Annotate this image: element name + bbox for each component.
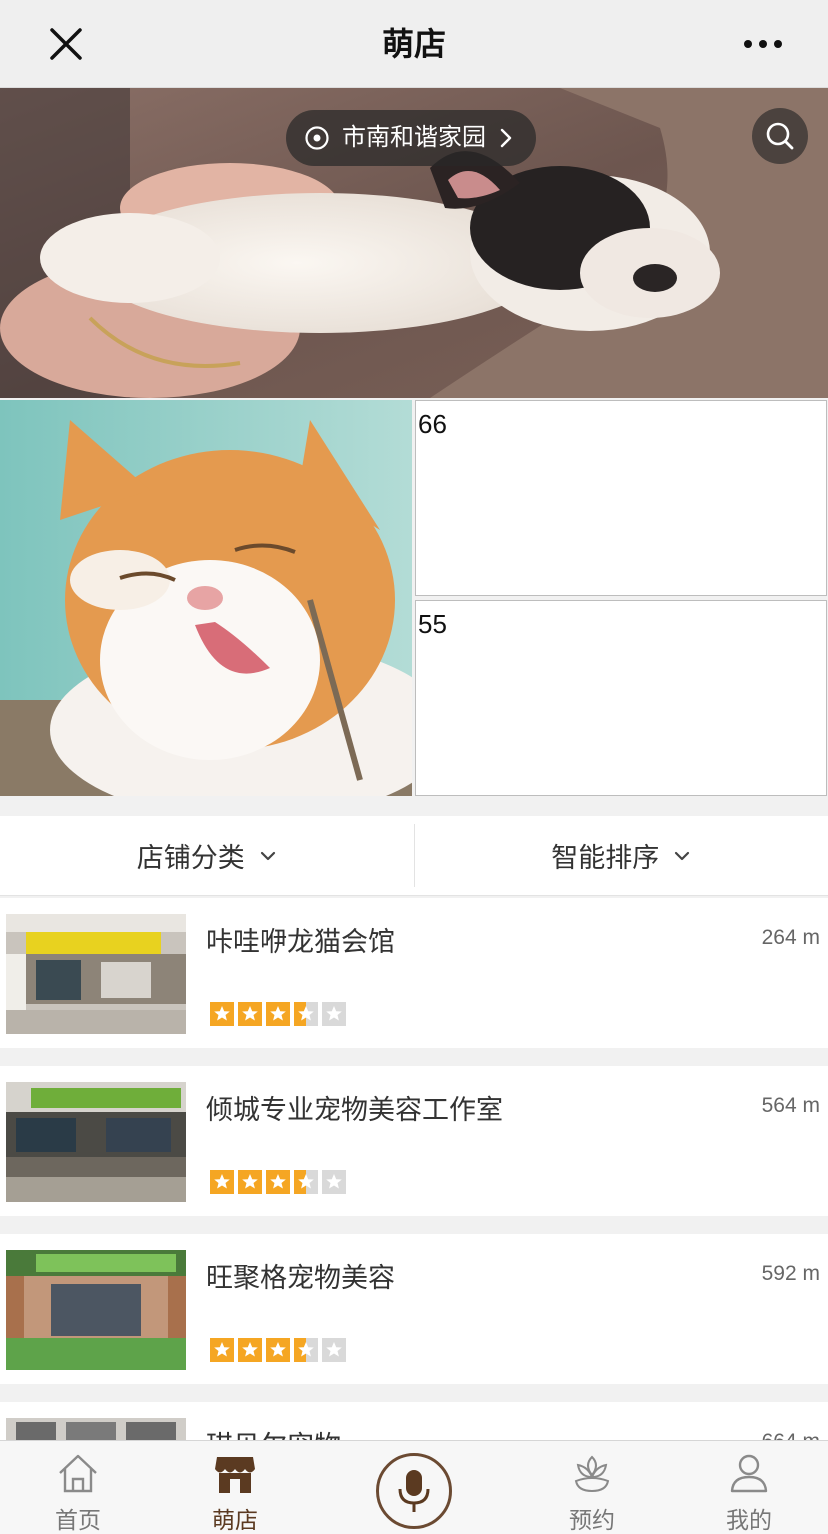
- top-nav-bar: 萌店: [0, 0, 828, 88]
- chevron-down-icon: [675, 851, 690, 860]
- shop-thumbnail: [6, 1082, 186, 1202]
- promo-grid: 66 55: [0, 400, 828, 798]
- category-filter[interactable]: 店铺分类: [0, 816, 414, 895]
- star-icon: [322, 1170, 346, 1194]
- star-icon: [210, 1338, 234, 1362]
- bottom-tab-bar: 首页 萌店 预约 我的: [0, 1440, 828, 1534]
- star-icon: [294, 1170, 318, 1194]
- promo-cat-image[interactable]: [0, 400, 412, 796]
- hero-banner[interactable]: 市南和谐家园: [0, 88, 828, 398]
- filter-bar: 店铺分类 智能排序: [0, 816, 828, 896]
- flower-icon: [574, 1455, 610, 1493]
- star-icon: [294, 1338, 318, 1362]
- promo-cell-label: 55: [418, 609, 447, 639]
- shop-thumbnail: [6, 1250, 186, 1370]
- location-selector[interactable]: 市南和谐家园: [286, 110, 536, 166]
- promo-cell-55[interactable]: 55: [415, 600, 827, 796]
- cat-image: [0, 400, 412, 796]
- shop-rating: [210, 1338, 346, 1362]
- shop-distance: 264 m: [761, 926, 820, 949]
- star-icon: [266, 1170, 290, 1194]
- tab-mine-label: 我的: [726, 1507, 772, 1533]
- location-label: 市南和谐家园: [342, 124, 486, 151]
- user-icon: [730, 1454, 768, 1493]
- list-item[interactable]: 琪贝尔宠物 664 m: [0, 1402, 828, 1440]
- star-icon: [210, 1170, 234, 1194]
- star-icon: [322, 1338, 346, 1362]
- tab-shop[interactable]: 萌店: [175, 1441, 295, 1534]
- star-icon: [238, 1002, 262, 1026]
- tab-home[interactable]: 首页: [18, 1441, 138, 1534]
- star-icon: [210, 1002, 234, 1026]
- page-title: 萌店: [381, 26, 446, 62]
- list-item[interactable]: 咔哇咿龙猫会馆 264 m: [0, 898, 828, 1048]
- shop-distance: 664 m: [762, 1430, 820, 1440]
- shop-rating: [210, 1002, 346, 1026]
- home-icon: [59, 1454, 97, 1493]
- shop-list: 咔哇咿龙猫会馆 264 m 倾城专业宠物美容工作室 564 m 旺聚格宠物美容 …: [0, 898, 828, 1440]
- shop-thumbnail: [6, 1418, 186, 1440]
- search-button[interactable]: [752, 108, 808, 164]
- category-filter-label: 店铺分类: [136, 843, 245, 873]
- more-icon[interactable]: [738, 22, 788, 66]
- shop-name: 旺聚格宠物美容: [206, 1263, 395, 1293]
- sort-filter-label: 智能排序: [551, 843, 660, 873]
- list-item[interactable]: 倾城专业宠物美容工作室 564 m: [0, 1066, 828, 1216]
- tab-home-label: 首页: [55, 1507, 101, 1533]
- promo-cell-66[interactable]: 66: [415, 400, 827, 596]
- shop-icon: [215, 1457, 255, 1493]
- shop-rating: [210, 1170, 346, 1194]
- star-icon: [266, 1338, 290, 1362]
- search-icon: [766, 122, 794, 150]
- voice-button[interactable]: [376, 1453, 452, 1529]
- star-icon: [322, 1002, 346, 1026]
- chevron-down-icon: [260, 851, 275, 860]
- tab-mine[interactable]: 我的: [689, 1441, 809, 1534]
- star-icon: [294, 1002, 318, 1026]
- location-icon: [305, 126, 329, 150]
- shop-name: 琪贝尔宠物: [206, 1424, 341, 1440]
- shop-distance: 564 m: [761, 1094, 820, 1117]
- tab-shop-label: 萌店: [212, 1507, 258, 1533]
- shop-thumbnail: [6, 914, 186, 1034]
- star-icon: [238, 1338, 262, 1362]
- mic-icon: [398, 1470, 430, 1512]
- promo-cell-label: 66: [418, 409, 447, 439]
- chevron-right-icon: [500, 128, 512, 148]
- sort-filter[interactable]: 智能排序: [415, 816, 828, 895]
- shop-distance: 592 m: [761, 1262, 820, 1285]
- tab-booking-label: 预约: [569, 1507, 615, 1533]
- tab-booking[interactable]: 预约: [532, 1441, 652, 1534]
- list-item[interactable]: 旺聚格宠物美容 592 m: [0, 1234, 828, 1384]
- star-icon: [238, 1170, 262, 1194]
- star-icon: [266, 1002, 290, 1026]
- shop-name: 咔哇咿龙猫会馆: [206, 927, 395, 957]
- shop-name: 倾城专业宠物美容工作室: [206, 1095, 503, 1125]
